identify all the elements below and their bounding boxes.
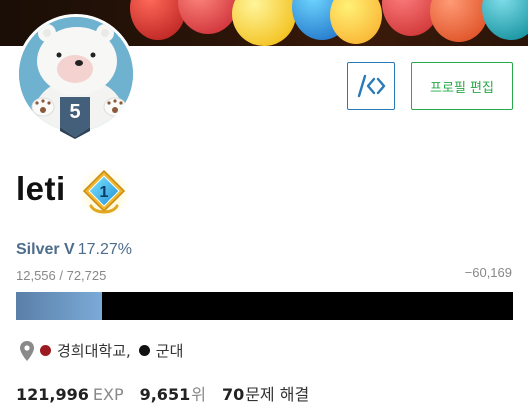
code-icon xyxy=(357,74,386,98)
tier-percent: 17.27% xyxy=(77,241,132,258)
organization-line: 경희대학교, 군대 xyxy=(20,340,183,361)
stats-line: 121,996 EXP 9,651 위 70 문제 해결 xyxy=(16,381,309,405)
solved-value[interactable]: 70 xyxy=(222,385,244,404)
tier-info: Silver V 17.27% xyxy=(16,241,132,259)
class-badge: 1 xyxy=(77,166,131,220)
exp-value: 121,996 xyxy=(16,385,89,404)
school-name[interactable]: 경희대학교, xyxy=(57,340,131,361)
edit-profile-button[interactable]: 프로필 편집 xyxy=(411,62,513,110)
location-pin-icon xyxy=(20,340,34,361)
username: leti xyxy=(16,170,66,207)
rating-progress: 12,556 / 72,725 xyxy=(16,268,107,283)
organization-name[interactable]: 군대 xyxy=(156,340,184,361)
rank-unit: 위 xyxy=(191,385,206,404)
tier-name[interactable]: Silver V xyxy=(16,241,75,258)
code-button[interactable] xyxy=(347,62,395,110)
rating-progress-bar xyxy=(16,292,513,320)
class-level-number: 1 xyxy=(100,184,109,201)
solved-unit[interactable]: 문제 해결 xyxy=(245,381,309,405)
school-color-dot xyxy=(40,345,51,356)
rating-progress-fill xyxy=(16,292,102,320)
tier-level-badge: 5 xyxy=(58,97,92,139)
rating-remaining: −60,169 xyxy=(464,265,512,280)
exp-unit: EXP xyxy=(92,385,124,404)
organization-color-dot xyxy=(138,345,150,356)
rank-value: 9,651 xyxy=(139,385,191,404)
tier-level-number: 5 xyxy=(69,101,80,123)
